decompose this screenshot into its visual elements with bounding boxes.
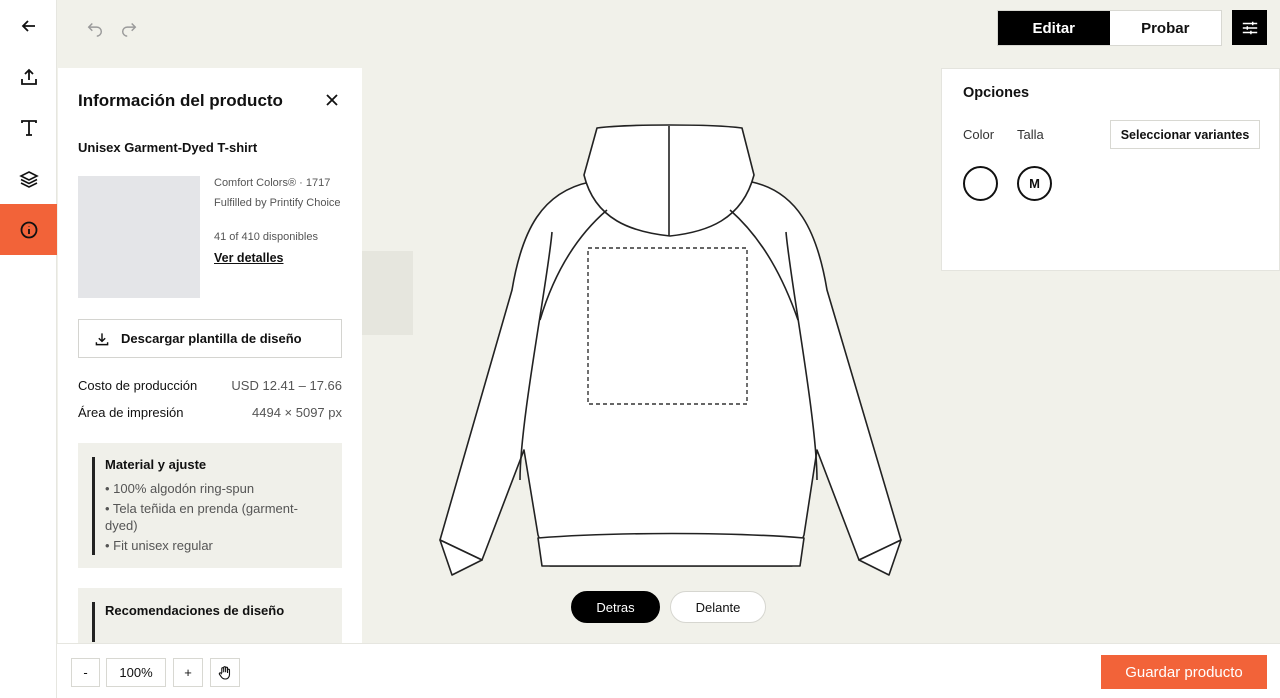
upload-button[interactable] xyxy=(0,51,57,102)
info-icon xyxy=(20,221,37,238)
download-icon xyxy=(95,332,109,345)
card-accent-bar xyxy=(92,457,95,555)
print-area-value: 4494 × 5097 px xyxy=(252,405,342,420)
options-title: Opciones xyxy=(963,85,1030,101)
size-label: Talla xyxy=(1017,127,1044,142)
panel-title: Información del producto xyxy=(78,91,283,110)
bottom-bar: - 100% + Guardar producto xyxy=(57,643,1280,698)
redo-button[interactable] xyxy=(118,17,140,39)
undo-icon xyxy=(87,22,103,37)
hand-icon xyxy=(218,665,231,680)
settings-button[interactable] xyxy=(1232,10,1267,45)
canvas-overlay xyxy=(362,251,413,335)
production-cost-row: Costo de producción USD 12.41 – 17.66 xyxy=(78,378,342,393)
side-back-button[interactable]: Detras xyxy=(571,591,660,623)
text-icon xyxy=(20,119,37,136)
production-cost-value: USD 12.41 – 17.66 xyxy=(231,378,342,393)
save-product-button[interactable]: Guardar producto xyxy=(1101,655,1267,689)
card-accent-bar xyxy=(92,602,95,642)
color-label: Color xyxy=(963,127,995,142)
product-info-panel: Información del producto Unisex Garment-… xyxy=(58,68,362,643)
mode-edit-button[interactable]: Editar xyxy=(998,11,1110,45)
hoodie-back-mockup xyxy=(439,124,902,576)
details-link[interactable]: Ver detalles xyxy=(214,251,284,265)
stock-info: 41 of 410 disponibles xyxy=(214,231,318,243)
zoom-in-button[interactable]: + xyxy=(173,658,203,687)
product-thumbnail xyxy=(78,176,200,298)
undo-button[interactable] xyxy=(84,17,106,39)
print-area-row: Área de impresión 4494 × 5097 px xyxy=(78,405,342,420)
material-title: Material y ajuste xyxy=(105,457,207,472)
left-rail xyxy=(0,0,57,698)
material-item: • Tela teñida en prenda (garment-dyed) xyxy=(105,501,298,533)
size-option-m[interactable]: M xyxy=(1017,166,1052,201)
select-variants-button[interactable]: Seleccionar variantes xyxy=(1110,120,1260,149)
zoom-level: 100% xyxy=(106,658,166,687)
print-area-label: Área de impresión xyxy=(78,405,184,420)
upload-icon xyxy=(20,68,37,85)
material-item: • 100% algodón ring-spun xyxy=(105,481,255,496)
material-card: Material y ajuste • 100% algodón ring-sp… xyxy=(78,443,342,568)
mode-preview-button[interactable]: Probar xyxy=(1110,11,1222,45)
sliders-icon xyxy=(1242,21,1257,34)
mode-toggle: Editar Probar xyxy=(997,10,1222,46)
download-template-button[interactable]: Descargar plantilla de diseño xyxy=(78,319,342,358)
product-brand: Comfort Colors® · 1717 xyxy=(214,177,331,189)
layers-icon xyxy=(18,170,39,188)
pan-tool-button[interactable] xyxy=(210,658,240,687)
download-label: Descargar plantilla de diseño xyxy=(121,331,302,346)
layers-button[interactable] xyxy=(0,153,57,204)
recommendations-card: Recomendaciones de diseño xyxy=(78,588,342,643)
text-tool-button[interactable] xyxy=(0,102,57,153)
redo-icon xyxy=(121,22,137,37)
back-button[interactable] xyxy=(0,0,57,51)
material-item: • Fit unisex regular xyxy=(105,538,213,553)
close-icon[interactable] xyxy=(324,92,340,108)
product-info-button[interactable] xyxy=(0,204,57,255)
product-name: Unisex Garment-Dyed T-shirt xyxy=(78,140,258,155)
arrow-left-icon xyxy=(21,19,35,32)
options-panel: Opciones Color Talla Seleccionar variant… xyxy=(941,68,1280,271)
color-swatch-white[interactable] xyxy=(963,166,998,201)
side-front-button[interactable]: Delante xyxy=(670,591,766,623)
recommendations-title: Recomendaciones de diseño xyxy=(105,603,285,618)
side-toggle: Detras Delante xyxy=(571,591,766,623)
fulfillment-info: Fulfilled by Printify Choice xyxy=(214,197,341,209)
zoom-out-button[interactable]: - xyxy=(71,658,100,687)
production-cost-label: Costo de producción xyxy=(78,378,198,393)
